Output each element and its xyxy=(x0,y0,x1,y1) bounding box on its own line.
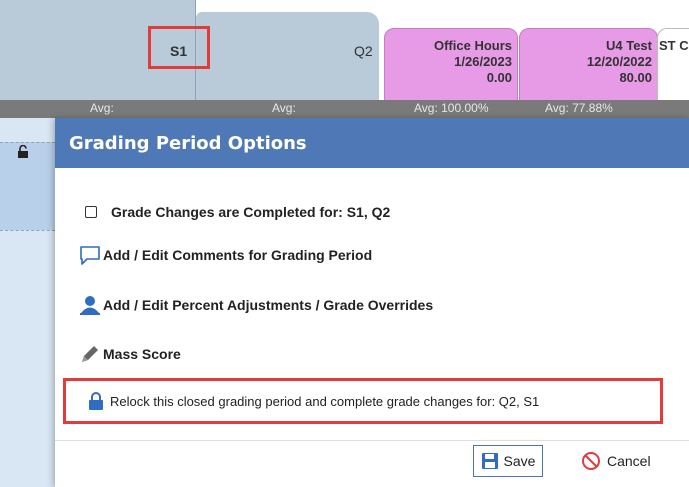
column-label-st: ST C xyxy=(659,38,689,53)
relock-highlight-box: Relock this closed grading period and co… xyxy=(63,378,663,424)
edit-adjustments-link[interactable]: Add / Edit Percent Adjustments / Grade O… xyxy=(79,294,433,316)
edit-adjustments-label: Add / Edit Percent Adjustments / Grade O… xyxy=(103,297,434,313)
edit-comments-label: Add / Edit Comments for Grading Period xyxy=(103,247,373,263)
grading-period-options-dialog: Grading Period Options Grade Changes are… xyxy=(55,118,689,487)
column-points-u4-test: 80.00 xyxy=(619,70,652,85)
column-date-office-hours: 1/26/2023 xyxy=(454,54,512,69)
grade-changes-row[interactable]: Grade Changes are Completed for: S1, Q2 xyxy=(83,204,390,220)
column-header-office-hours[interactable]: Office Hours 1/26/2023 0.00 xyxy=(384,28,518,102)
comment-icon xyxy=(80,246,100,265)
column-label-u4-test: U4 Test xyxy=(606,38,652,53)
column-header-u4-test[interactable]: U4 Test 12/20/2022 80.00 xyxy=(519,28,658,102)
cancel-label: Cancel xyxy=(607,453,651,469)
relock-option[interactable]: Relock this closed grading period and co… xyxy=(88,392,539,410)
column-header-q2[interactable]: Q2 xyxy=(196,12,379,100)
grade-changes-checkbox[interactable] xyxy=(85,206,97,218)
mass-score-link[interactable]: Mass Score xyxy=(79,343,181,365)
user-icon xyxy=(80,296,100,315)
edit-comments-link[interactable]: Add / Edit Comments for Grading Period xyxy=(79,244,372,266)
average-office-hours: Avg: 100.00% xyxy=(414,101,489,115)
dialog-title-bar: Grading Period Options xyxy=(55,118,689,168)
save-label: Save xyxy=(503,453,536,469)
unlock-icon[interactable] xyxy=(17,145,31,159)
grade-changes-label: Grade Changes are Completed for: S1, Q2 xyxy=(111,204,391,220)
average-q2: Avg: xyxy=(272,101,296,115)
dialog-title: Grading Period Options xyxy=(69,133,307,154)
average-s1: Avg: xyxy=(90,101,114,115)
lock-icon xyxy=(89,392,103,410)
mass-score-label: Mass Score xyxy=(103,346,181,362)
save-icon xyxy=(481,453,498,469)
column-label-office-hours: Office Hours xyxy=(433,38,512,53)
column-date-u4-test: 12/20/2022 xyxy=(586,54,652,69)
relock-label: Relock this closed grading period and co… xyxy=(110,393,540,409)
cancel-icon xyxy=(582,452,600,470)
row-divider xyxy=(0,230,55,231)
column-label-q2: Q2 xyxy=(354,43,373,59)
pencil-icon xyxy=(82,346,98,362)
column-points-office-hours: 0.00 xyxy=(486,70,512,85)
cancel-button[interactable]: Cancel xyxy=(581,445,671,477)
s1-highlight-box xyxy=(148,26,210,69)
dialog-footer-divider xyxy=(55,440,689,441)
column-header-st[interactable]: ST C xyxy=(657,28,689,101)
save-button[interactable]: Save xyxy=(473,445,543,477)
row-divider xyxy=(0,142,55,143)
average-u4-test: Avg: 77.88% xyxy=(545,101,613,115)
